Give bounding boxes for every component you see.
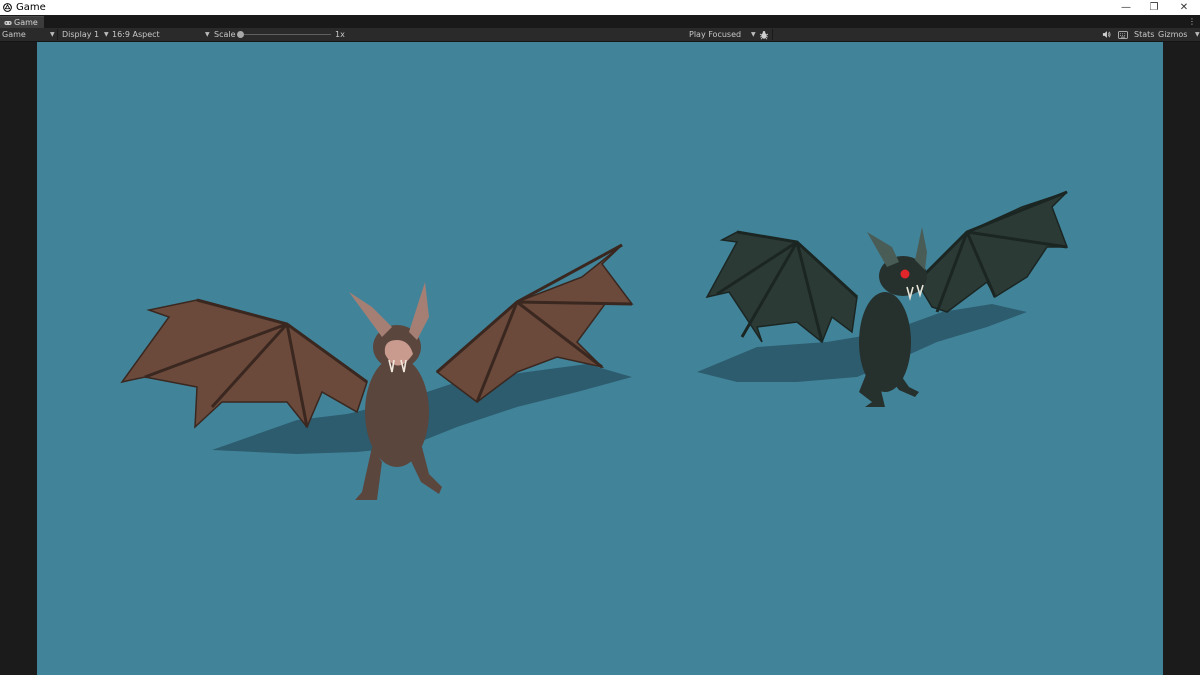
tab-game[interactable]: Game — [0, 16, 44, 28]
dark-green-bat — [697, 190, 1069, 407]
scale-slider-track[interactable] — [240, 34, 331, 35]
aspect-dropdown[interactable]: 16:9 Aspect ▼ — [112, 28, 210, 41]
restore-button[interactable]: ❐ — [1140, 0, 1168, 15]
speaker-icon — [1102, 31, 1111, 38]
gamepad-icon — [4, 20, 12, 25]
view-mode-label: Game — [2, 30, 26, 39]
chevron-down-icon: ▼ — [104, 31, 109, 38]
title-bar: Game — [0, 0, 1200, 15]
tab-label: Game — [14, 18, 38, 27]
unity-logo-icon — [3, 3, 12, 12]
display-label: Display 1 — [62, 30, 100, 39]
dark-green-bat-eye — [900, 269, 910, 279]
bug-icon — [759, 30, 769, 40]
dark-green-bat-right-wing — [916, 191, 1069, 313]
chevron-down-icon: ▼ — [205, 31, 210, 38]
frame-debugger-toggle[interactable] — [759, 28, 769, 41]
chevron-down-icon: ▼ — [1195, 31, 1200, 38]
display-dropdown[interactable]: Display 1 ▼ — [62, 28, 109, 41]
more-options-icon[interactable]: ⋮ — [1188, 15, 1196, 28]
scale-value: 1x — [335, 30, 345, 39]
minimize-button[interactable]: — — [1112, 0, 1140, 15]
play-mode-label: Play Focused — [689, 30, 742, 39]
scale-label: Scale — [214, 30, 236, 39]
play-mode-dropdown[interactable]: Play Focused ▼ — [689, 28, 756, 41]
letterbox-right — [1163, 42, 1200, 675]
toolbar-divider — [772, 29, 773, 40]
window-title: Game — [16, 2, 46, 13]
toolbar-divider — [57, 29, 58, 40]
letterbox-left — [0, 42, 37, 675]
brown-bat-left-wing — [120, 299, 368, 429]
chevron-down-icon: ▼ — [751, 31, 756, 38]
view-mode-dropdown[interactable]: Game ▼ — [2, 28, 56, 41]
shortcuts-toggle[interactable] — [1118, 28, 1128, 41]
mute-audio-toggle[interactable] — [1102, 28, 1111, 41]
game-toolbar: Game ▼ Display 1 ▼ 16:9 Aspect ▼ Scale 1… — [0, 28, 1200, 42]
keyboard-icon — [1118, 30, 1128, 39]
scene-render — [120, 190, 1069, 500]
aspect-label: 16:9 Aspect — [112, 30, 160, 39]
gizmos-label: Gizmos — [1158, 30, 1188, 39]
scale-slider-handle[interactable] — [237, 31, 244, 38]
close-button[interactable]: ✕ — [1170, 0, 1198, 15]
game-viewport[interactable] — [37, 42, 1163, 675]
gizmos-dropdown[interactable]: Gizmos ▼ — [1158, 28, 1200, 41]
chevron-down-icon: ▼ — [50, 31, 55, 38]
tab-strip: Game — [0, 15, 1200, 28]
brown-bat — [120, 243, 634, 500]
stats-toggle[interactable]: Stats — [1134, 28, 1154, 41]
